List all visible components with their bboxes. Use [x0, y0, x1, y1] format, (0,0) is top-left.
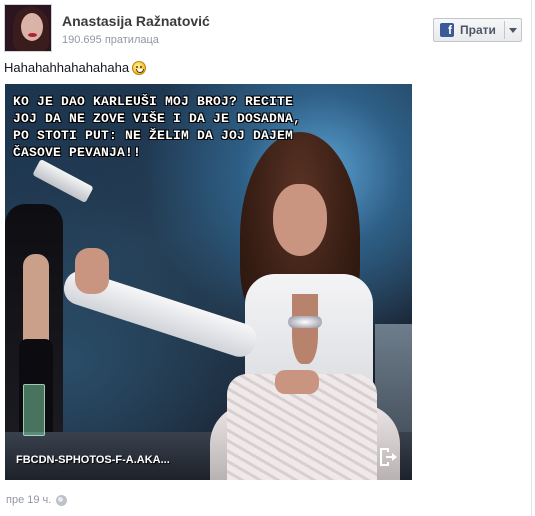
author-name[interactable]: Anastasija Ražnatović	[62, 13, 210, 29]
post-message-text: Hahahahhahahahaha	[4, 60, 130, 75]
follow-button[interactable]: f Прати	[433, 18, 522, 42]
smiley-icon	[132, 60, 147, 75]
photo-subject-neckline	[292, 294, 318, 364]
photo-subject-brooch	[288, 316, 322, 328]
post-photo[interactable]: KO JE DAO KARLEUŠI MOJ BROJ? RECITE JOJ …	[5, 84, 412, 480]
follow-button-divider	[504, 21, 505, 39]
follower-count: 190.695 пратилаца	[62, 34, 159, 46]
photo-subject-hand	[75, 248, 109, 294]
follow-button-label: Прати	[460, 23, 496, 37]
column-divider	[531, 0, 532, 516]
facebook-f-icon: f	[440, 23, 454, 37]
chevron-down-icon[interactable]	[509, 28, 517, 33]
photo-caption: KO JE DAO KARLEUŠI MOJ BROJ? RECITE JOJ …	[13, 94, 302, 160]
share-out-icon[interactable]	[377, 446, 399, 468]
avatar-lips	[28, 33, 37, 37]
photo-subject-hand-knee	[275, 370, 319, 394]
photo-source-link[interactable]: FBCDN-SPHOTOS-F-A.AKA...	[16, 454, 170, 466]
post-message: Hahahahhahahahaha	[4, 60, 147, 75]
photo-glass	[23, 384, 45, 436]
globe-icon	[56, 494, 68, 506]
photo-subject-phone	[32, 158, 94, 204]
photo-subject-face	[273, 184, 327, 256]
post-timestamp[interactable]: пре 19 ч.	[6, 494, 68, 506]
timestamp-text: пре 19 ч.	[6, 494, 52, 506]
avatar[interactable]	[4, 4, 52, 52]
feed-post: Anastasija Ražnatović 190.695 пратилаца …	[0, 0, 535, 516]
